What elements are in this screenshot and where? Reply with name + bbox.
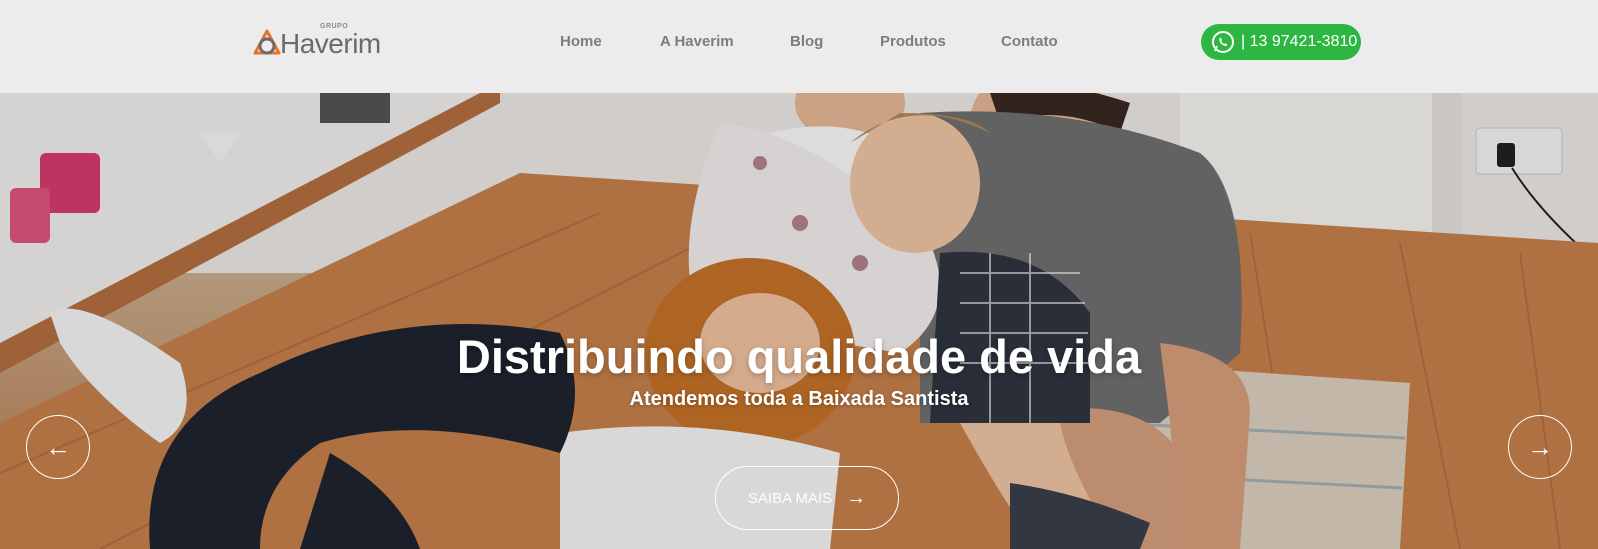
hero-slider: Distribuindo qualidade de vida Atendemos…	[0, 93, 1598, 549]
arrow-right-icon: →	[1527, 431, 1553, 462]
logo[interactable]: GRUPO Haverim	[252, 22, 392, 62]
nav-item-a-haverim[interactable]: A Haverim	[660, 30, 734, 54]
site-header: GRUPO Haverim Home A Haverim Blog Produt…	[0, 0, 1598, 93]
arrow-left-icon: ←	[45, 431, 71, 462]
slider-prev-button[interactable]: ←	[26, 415, 90, 479]
cta-label: SAIBA MAIS	[747, 489, 833, 507]
whatsapp-number: | 13 97421-3810	[1241, 33, 1358, 50]
nav-item-contato[interactable]: Contato	[1001, 30, 1058, 54]
logo-mark-icon	[253, 29, 281, 55]
whatsapp-button[interactable]: | 13 97421-3810	[1201, 24, 1361, 60]
logo-name-text: Haverim	[280, 28, 381, 59]
hero-title: Distribuindo qualidade de vida	[456, 330, 1142, 383]
hero-subtitle: Atendemos toda a Baixada Santista	[629, 388, 969, 410]
saiba-mais-button[interactable]: SAIBA MAIS →	[715, 466, 899, 530]
arrow-right-icon: →	[846, 487, 867, 509]
slider-next-button[interactable]: →	[1508, 415, 1572, 479]
nav-item-blog[interactable]: Blog	[790, 30, 823, 54]
nav-item-home[interactable]: Home	[560, 30, 602, 54]
nav-item-produtos[interactable]: Produtos	[880, 30, 946, 54]
whatsapp-icon	[1212, 31, 1234, 53]
